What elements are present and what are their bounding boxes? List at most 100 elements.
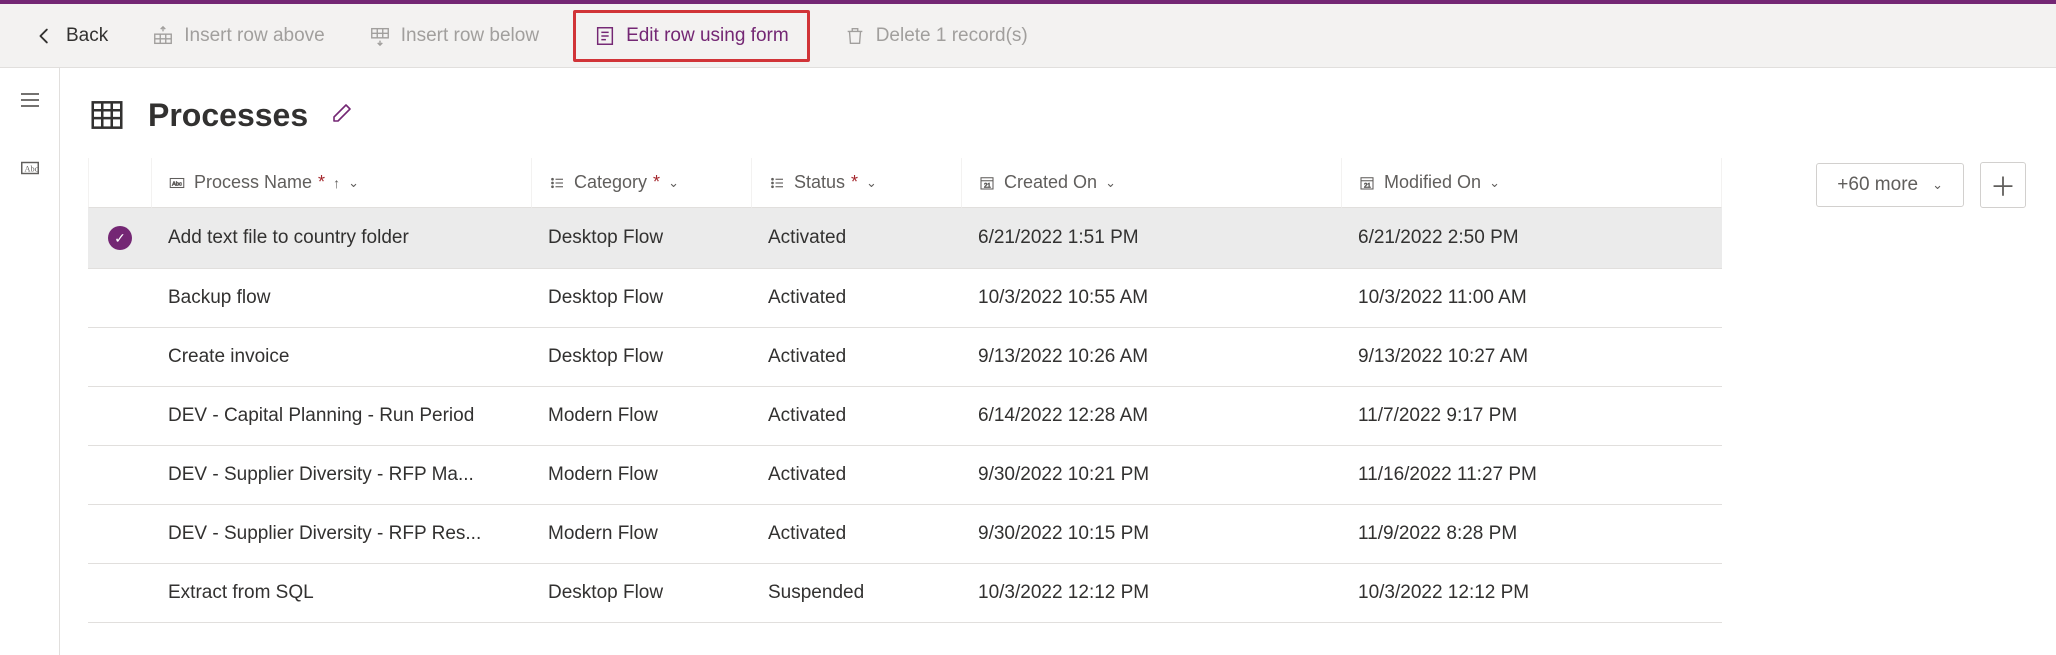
chevron-down-icon: ⌄: [866, 175, 877, 191]
col-modified-on-label: Modified On: [1384, 172, 1481, 193]
cell-process-name[interactable]: Create invoice: [152, 328, 532, 387]
cell-process-name[interactable]: Backup flow: [152, 269, 532, 328]
row-select-cell[interactable]: [88, 387, 152, 446]
sort-ascending-icon: ↑: [333, 175, 340, 191]
more-columns-button[interactable]: +60 more ⌄: [1816, 163, 1964, 207]
cell-created-on[interactable]: 6/21/2022 1:51 PM: [962, 208, 1342, 269]
cell-created-on[interactable]: 10/3/2022 10:55 AM: [962, 269, 1342, 328]
col-created-on-label: Created On: [1004, 172, 1097, 193]
cell-created-on[interactable]: 10/3/2022 12:12 PM: [962, 564, 1342, 623]
cell-modified-on[interactable]: 6/21/2022 2:50 PM: [1342, 208, 1722, 269]
grid-header-created-on[interactable]: 21 Created On ⌄: [962, 158, 1342, 208]
grid-header-category[interactable]: Category * ⌄: [532, 158, 752, 208]
cell-process-name-value: DEV - Supplier Diversity - RFP Res...: [168, 523, 481, 545]
cell-status[interactable]: Activated: [752, 446, 962, 505]
cell-category-value: Desktop Flow: [548, 287, 663, 309]
cell-status[interactable]: Activated: [752, 269, 962, 328]
row-select-cell[interactable]: [88, 328, 152, 387]
row-select-cell[interactable]: [88, 564, 152, 623]
chevron-down-icon: ⌄: [668, 175, 679, 191]
page-title: Processes: [148, 97, 308, 134]
cell-category[interactable]: Modern Flow: [532, 446, 752, 505]
cell-status[interactable]: Activated: [752, 328, 962, 387]
cell-modified-on-value: 10/3/2022 12:12 PM: [1358, 582, 1529, 604]
cell-status[interactable]: Suspended: [752, 564, 962, 623]
col-category-label: Category: [574, 172, 647, 193]
cell-status-value: Activated: [768, 405, 846, 427]
row-select-cell[interactable]: [88, 269, 152, 328]
cell-category-value: Desktop Flow: [548, 346, 663, 368]
left-rail: Abc: [0, 68, 60, 655]
table-icon: [88, 96, 126, 134]
cell-process-name-value: Add text file to country folder: [168, 227, 409, 249]
cell-status-value: Activated: [768, 287, 846, 309]
grid-header-modified-on[interactable]: 21 Modified On ⌄: [1342, 158, 1722, 208]
cell-category-value: Modern Flow: [548, 464, 658, 486]
cell-category[interactable]: Desktop Flow: [532, 269, 752, 328]
cell-process-name-value: DEV - Capital Planning - Run Period: [168, 405, 474, 427]
cell-category[interactable]: Modern Flow: [532, 387, 752, 446]
cell-category-value: Desktop Flow: [548, 582, 663, 604]
cell-process-name[interactable]: DEV - Supplier Diversity - RFP Ma...: [152, 446, 532, 505]
rail-menu-button[interactable]: [10, 80, 50, 120]
cell-created-on-value: 6/14/2022 12:28 AM: [978, 405, 1148, 427]
edit-title-button[interactable]: [330, 101, 354, 130]
cell-category[interactable]: Modern Flow: [532, 505, 752, 564]
chevron-down-icon: ⌄: [1105, 175, 1116, 191]
row-select-cell[interactable]: [88, 505, 152, 564]
cell-created-on[interactable]: 6/14/2022 12:28 AM: [962, 387, 1342, 446]
cell-category-value: Modern Flow: [548, 405, 658, 427]
cell-category[interactable]: Desktop Flow: [532, 208, 752, 269]
cell-process-name[interactable]: Add text file to country folder: [152, 208, 532, 269]
edit-row-using-form-button[interactable]: Edit row using form: [584, 17, 799, 55]
cell-created-on-value: 9/13/2022 10:26 AM: [978, 346, 1148, 368]
rail-text-field-button[interactable]: Abc: [10, 148, 50, 188]
insert-row-above-button: Insert row above: [142, 17, 334, 55]
cell-category[interactable]: Desktop Flow: [532, 564, 752, 623]
grid-header-checkbox[interactable]: [88, 158, 152, 208]
cell-process-name[interactable]: DEV - Capital Planning - Run Period: [152, 387, 532, 446]
required-star-icon: *: [851, 172, 858, 193]
cell-status-value: Activated: [768, 227, 846, 249]
cell-modified-on[interactable]: 11/9/2022 8:28 PM: [1342, 505, 1722, 564]
cell-process-name-value: Extract from SQL: [168, 582, 314, 604]
row-select-cell[interactable]: ✓: [88, 208, 152, 269]
cell-modified-on[interactable]: 11/7/2022 9:17 PM: [1342, 387, 1722, 446]
cell-process-name-value: Backup flow: [168, 287, 270, 309]
cell-modified-on[interactable]: 10/3/2022 11:00 AM: [1342, 269, 1722, 328]
grid-header-process-name[interactable]: Abc Process Name* ↑ ⌄: [152, 158, 532, 208]
cell-created-on-value: 10/3/2022 12:12 PM: [978, 582, 1149, 604]
cell-status-value: Activated: [768, 346, 846, 368]
chevron-down-icon: ⌄: [1489, 175, 1500, 191]
cell-status-value: Suspended: [768, 582, 864, 604]
required-star-icon: *: [653, 172, 660, 193]
cell-created-on[interactable]: 9/13/2022 10:26 AM: [962, 328, 1342, 387]
cell-modified-on[interactable]: 10/3/2022 12:12 PM: [1342, 564, 1722, 623]
cell-status[interactable]: Activated: [752, 208, 962, 269]
insert-row-above-label: Insert row above: [184, 25, 324, 47]
add-column-button[interactable]: ＋: [1980, 162, 2026, 208]
chevron-down-icon: ⌄: [348, 175, 359, 191]
cell-process-name[interactable]: Extract from SQL: [152, 564, 532, 623]
cell-process-name[interactable]: DEV - Supplier Diversity - RFP Res...: [152, 505, 532, 564]
col-status-label: Status: [794, 172, 845, 193]
choice-column-icon: [548, 174, 566, 192]
cell-modified-on[interactable]: 11/16/2022 11:27 PM: [1342, 446, 1722, 505]
cell-process-name-value: Create invoice: [168, 346, 289, 368]
plus-icon: ＋: [1990, 167, 2016, 204]
cell-created-on[interactable]: 9/30/2022 10:21 PM: [962, 446, 1342, 505]
cell-created-on[interactable]: 9/30/2022 10:15 PM: [962, 505, 1342, 564]
cell-category[interactable]: Desktop Flow: [532, 328, 752, 387]
cell-modified-on-value: 11/7/2022 9:17 PM: [1358, 405, 1517, 427]
required-star-icon: *: [318, 172, 325, 193]
cell-status[interactable]: Activated: [752, 387, 962, 446]
row-select-cell[interactable]: [88, 446, 152, 505]
back-button[interactable]: Back: [24, 17, 118, 55]
choice-column-icon: [768, 174, 786, 192]
insert-row-below-icon: [369, 25, 391, 47]
grid-header-status[interactable]: Status * ⌄: [752, 158, 962, 208]
cell-status[interactable]: Activated: [752, 505, 962, 564]
cell-modified-on[interactable]: 9/13/2022 10:27 AM: [1342, 328, 1722, 387]
insert-row-above-icon: [152, 25, 174, 47]
cell-created-on-value: 9/30/2022 10:15 PM: [978, 523, 1149, 545]
